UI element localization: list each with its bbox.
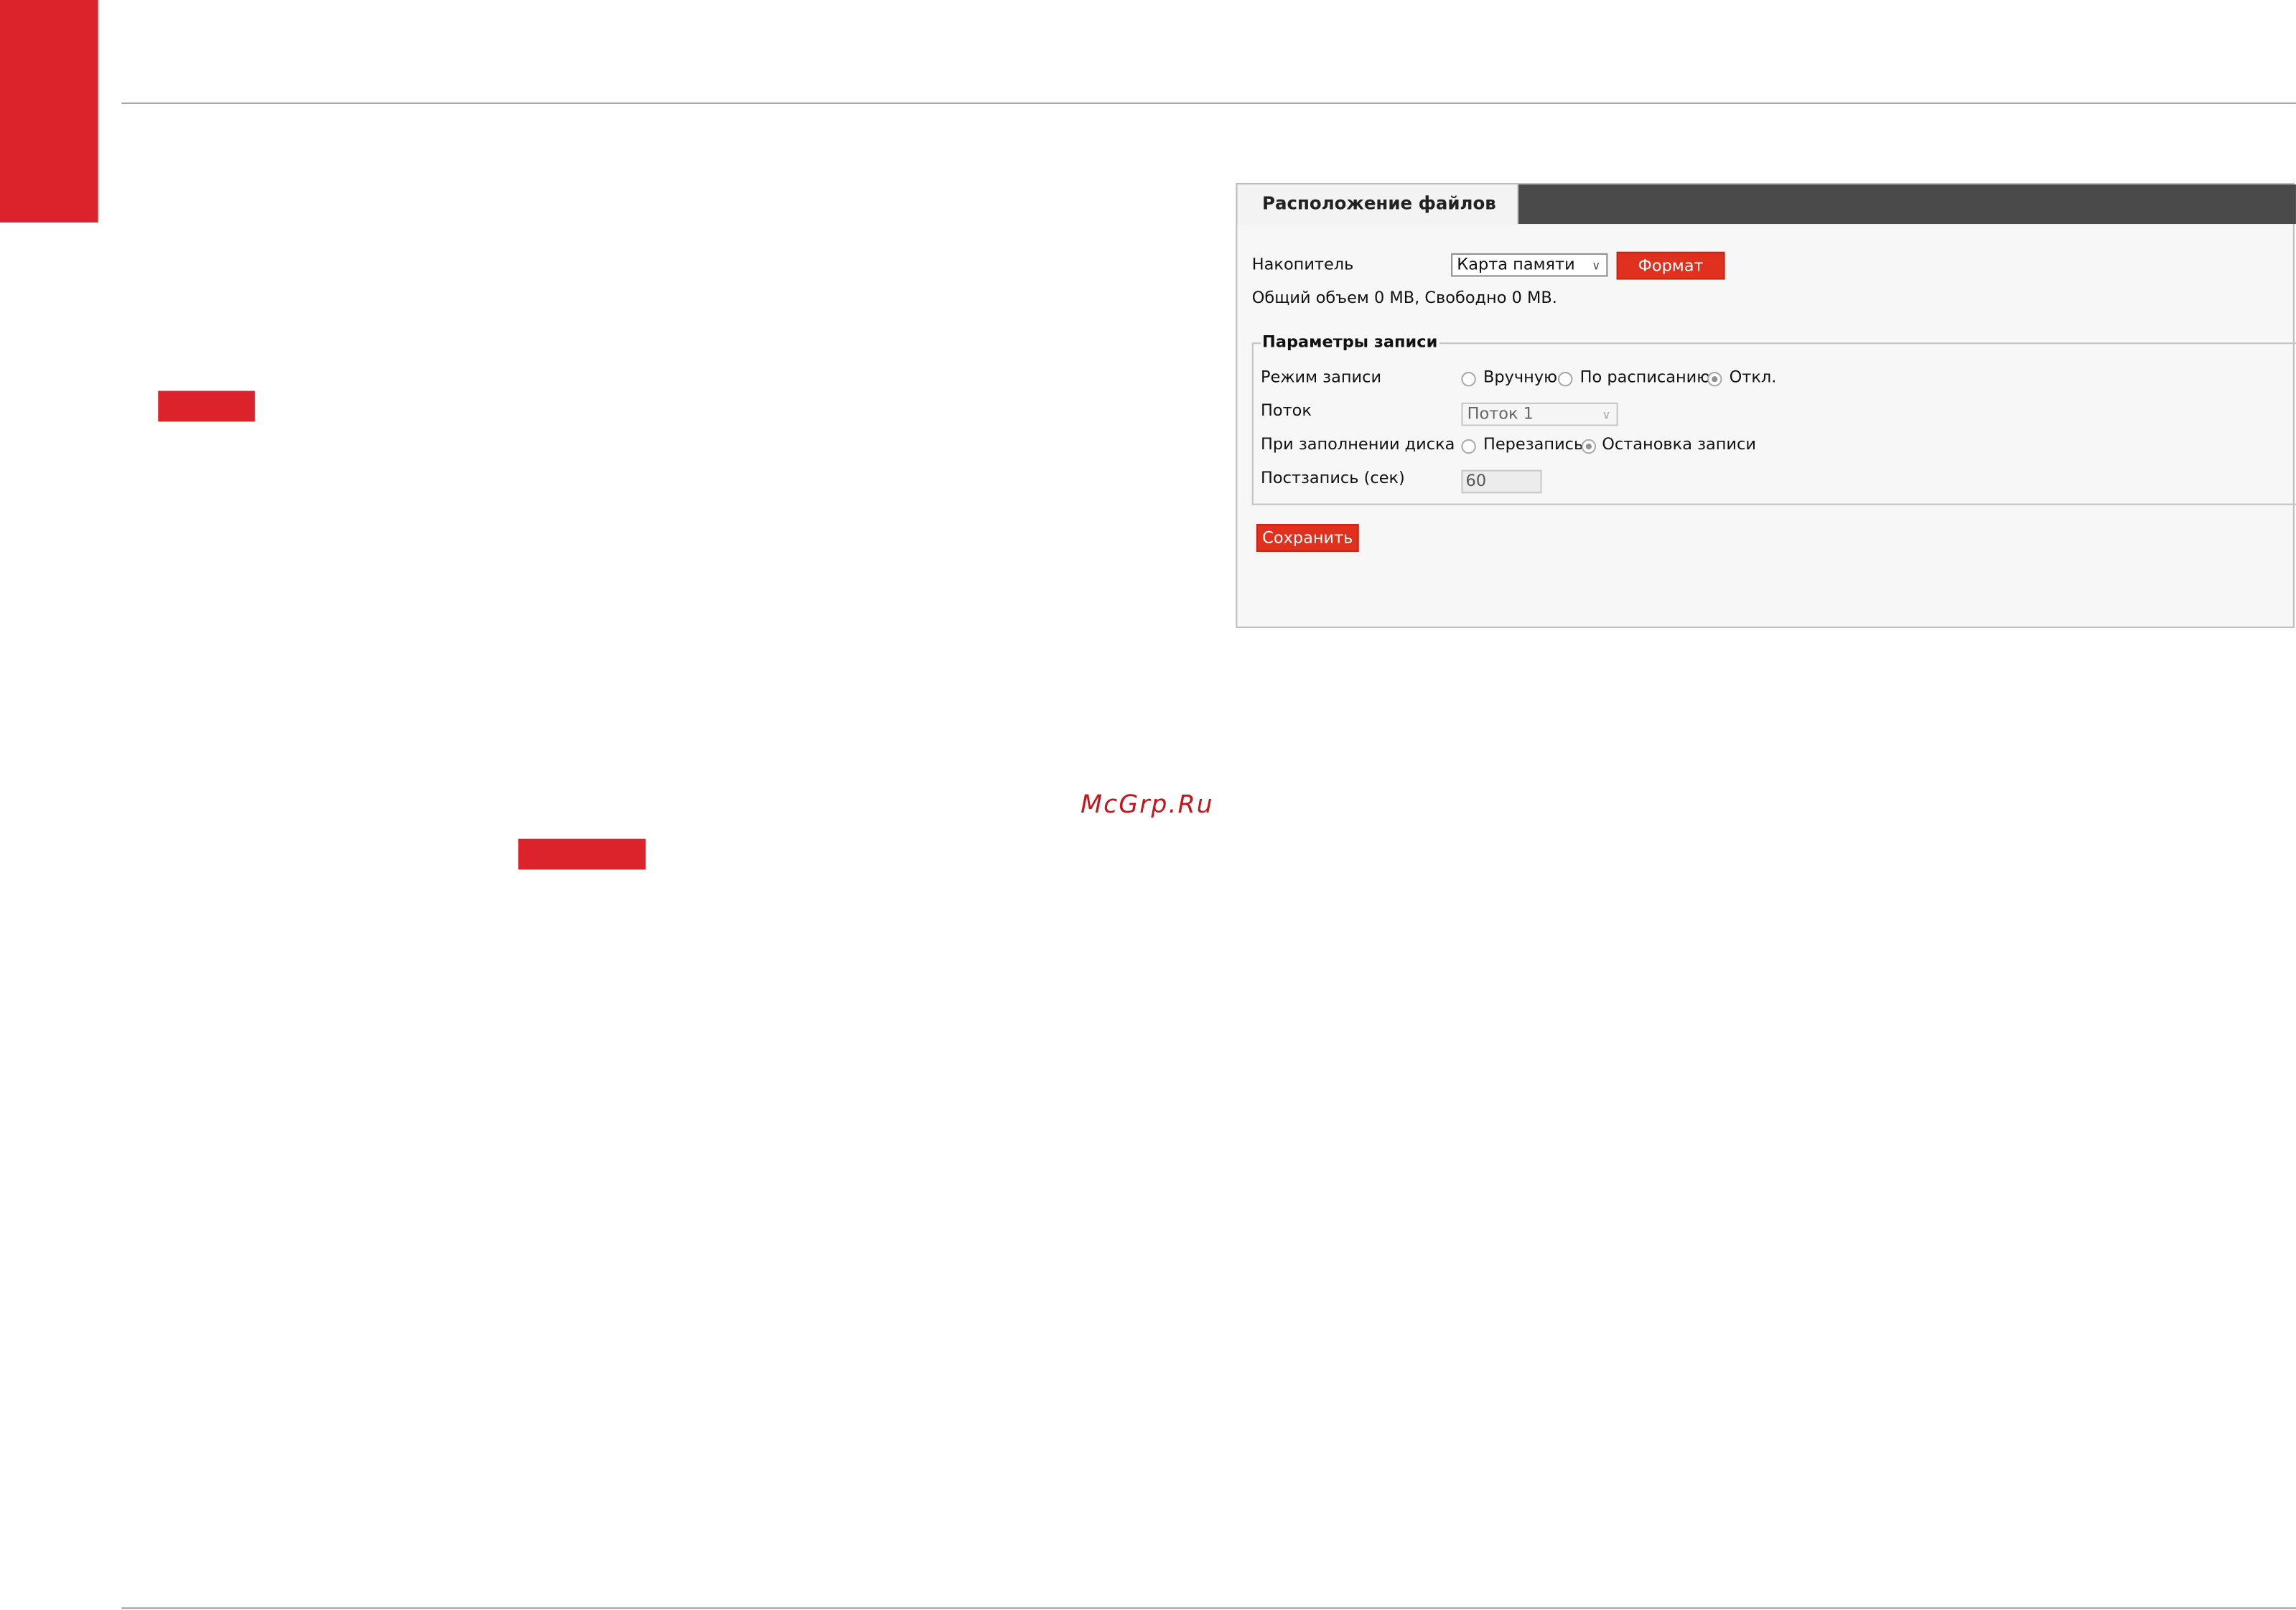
file-location-panel: Расположение файлов Накопитель Карта пам… (1236, 182, 2296, 628)
format-button[interactable]: Формат (1616, 251, 1725, 280)
tab-bar: Расположение файлов (1237, 184, 2296, 225)
stream-label: Поток (1261, 401, 1312, 421)
disk-full-stop-radio[interactable] (1581, 439, 1597, 454)
record-mode-schedule-radio[interactable] (1558, 372, 1573, 387)
record-params-legend: Параметры записи (1261, 332, 1439, 352)
save-button[interactable]: Сохранить (1256, 524, 1359, 552)
storage-select-value: Карта памяти (1457, 254, 1575, 274)
disk-full-overwrite-label[interactable]: Перезапись (1483, 435, 1583, 454)
stream-select-value: Поток 1 (1467, 403, 1534, 423)
watermark: McGrp.Ru (1081, 790, 1214, 820)
disk-full-stop-label[interactable]: Остановка записи (1602, 435, 1756, 454)
tab-label: Расположение файлов (1262, 193, 1496, 214)
record-mode-label: Режим записи (1261, 367, 1382, 387)
chevron-down-icon: ∨ (1592, 258, 1601, 273)
chevron-down-icon: ∨ (1602, 408, 1611, 422)
corner-red-block (0, 0, 98, 223)
record-mode-manual-radio[interactable] (1461, 372, 1476, 387)
disk-full-overwrite-radio[interactable] (1461, 439, 1476, 454)
record-mode-manual-label[interactable]: Вручную (1483, 368, 1557, 387)
record-params-group: Параметры записи Режим записи Вручную По… (1251, 332, 2296, 505)
post-record-input[interactable]: 60 (1461, 469, 1542, 494)
record-mode-schedule-label[interactable]: По расписанию (1580, 368, 1711, 387)
red-marker-2 (518, 838, 646, 870)
post-record-label: Постзапись (сек) (1261, 468, 1405, 488)
bottom-divider (121, 1607, 2296, 1609)
disk-full-label: При заполнении диска (1261, 434, 1455, 454)
record-mode-off-label[interactable]: Откл. (1730, 368, 1777, 387)
storage-label: Накопитель (1251, 254, 1354, 274)
top-divider (121, 102, 2296, 104)
record-mode-off-radio[interactable] (1707, 372, 1722, 387)
capacity-text: Общий объем 0 MB, Свободно 0 MB. (1251, 288, 1557, 308)
stream-select[interactable]: Поток 1 ∨ (1461, 402, 1618, 426)
red-marker-1 (158, 390, 255, 422)
storage-select[interactable]: Карта памяти ∨ (1451, 253, 1608, 277)
tab-file-location[interactable]: Расположение файлов (1237, 184, 1518, 225)
